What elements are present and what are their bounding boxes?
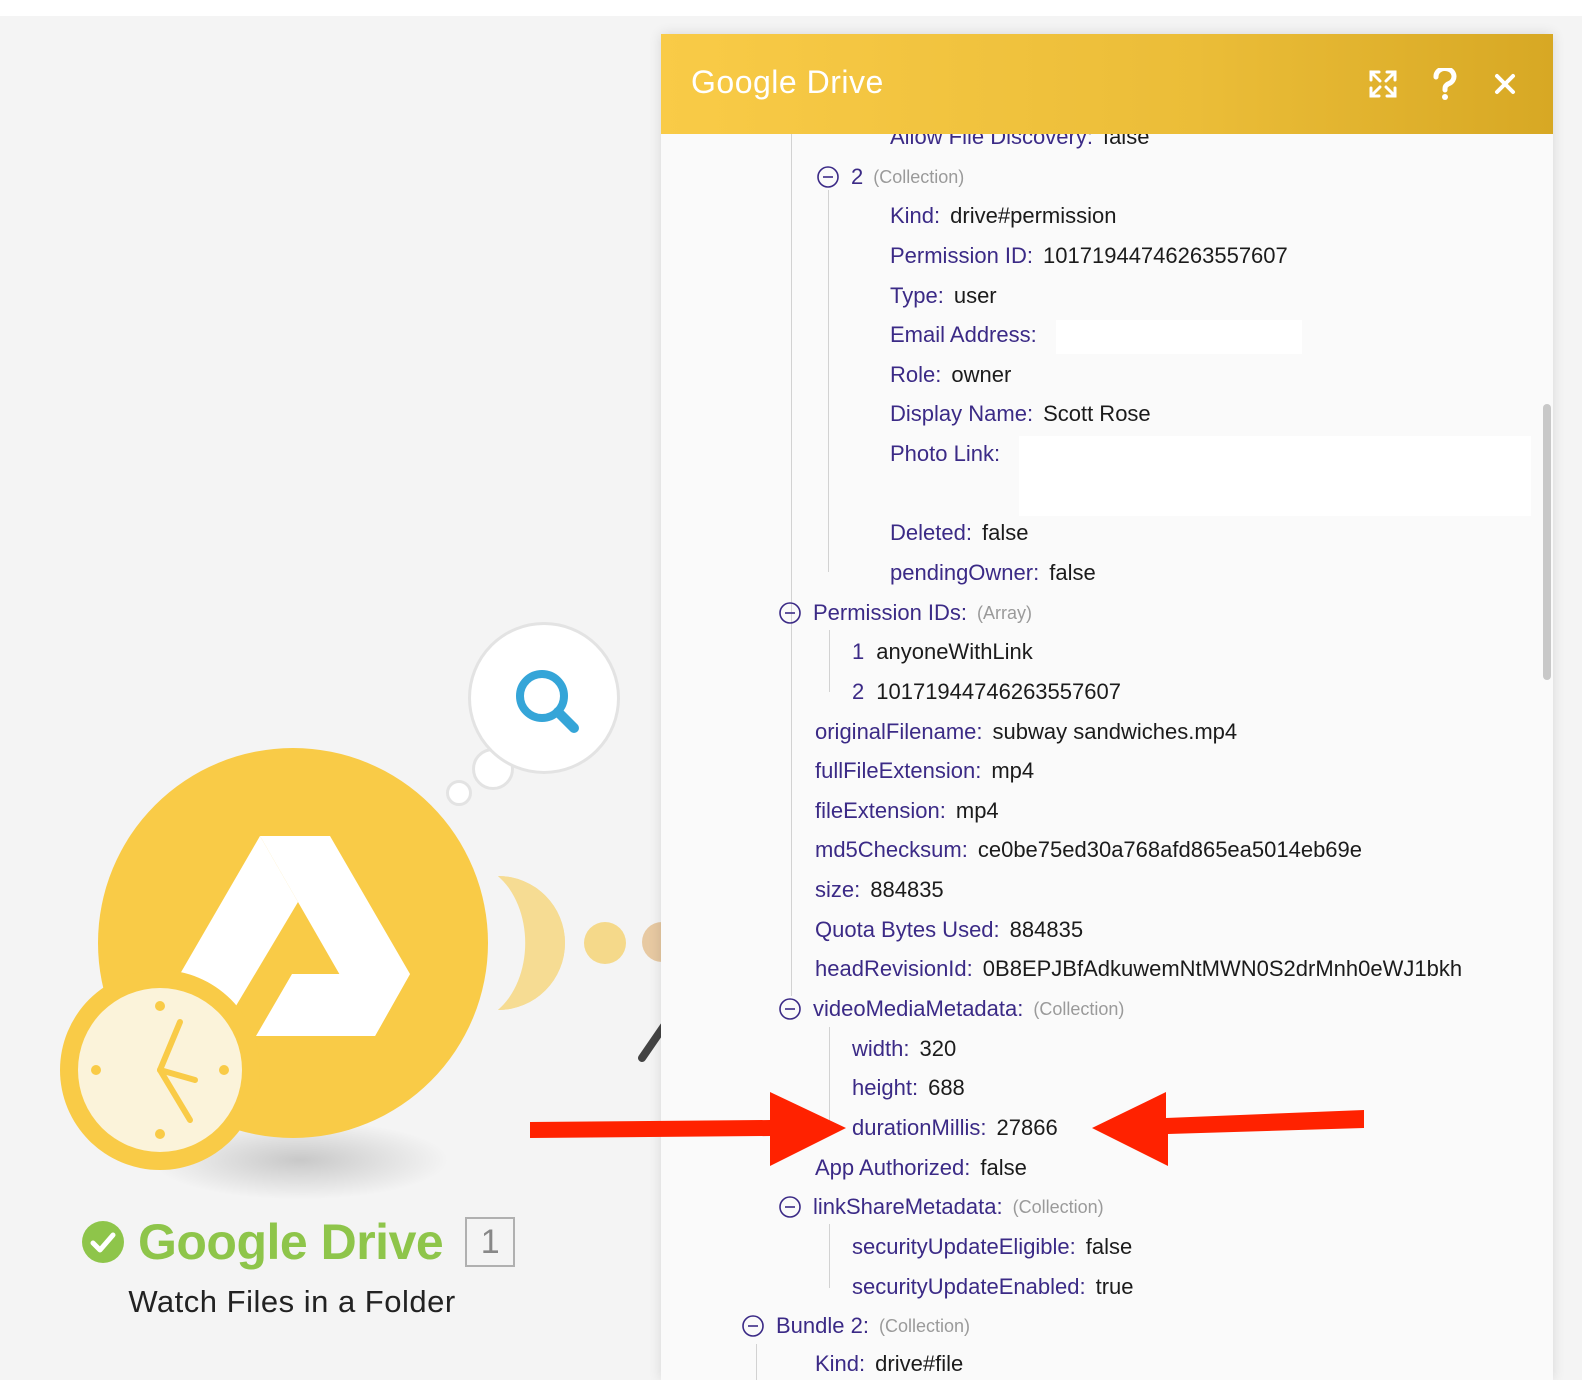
row-kind-2: Kind: drive#file	[815, 1351, 964, 1376]
row-security-update-enabled: securityUpdateEnabled: true	[852, 1274, 1134, 1299]
row-permission-2[interactable]: 2 (Collection)	[817, 162, 964, 192]
redacted-email	[1056, 320, 1302, 354]
panel-title: Google Drive	[691, 64, 884, 100]
connector-dot	[584, 922, 626, 964]
row-quota-bytes-used: Quota Bytes Used:884835	[815, 917, 1084, 942]
collapse-minus-icon[interactable]	[779, 998, 801, 1020]
output-tree: Allow File Discovery: false 2 (Collection)…	[661, 134, 1553, 1380]
row-role: Role: owner	[890, 362, 1012, 387]
expand-button[interactable]	[1365, 66, 1401, 102]
collapse-minus-icon[interactable]	[779, 1196, 801, 1218]
row-type: Type: user	[890, 283, 997, 308]
scrollbar-thumb[interactable]	[1543, 404, 1551, 680]
clock-icon	[60, 970, 260, 1170]
left-annotation-arrow	[530, 1092, 846, 1166]
output-panel: Google Drive Allow File Discovery: fals…	[661, 34, 1553, 1380]
top-strip	[0, 0, 1582, 16]
right-annotation-arrow	[1092, 1092, 1364, 1166]
redacted-photo-link	[1019, 436, 1531, 516]
operation-count-badge[interactable]: 1	[465, 1217, 516, 1267]
bubble-small	[446, 780, 472, 806]
row-width: width:320	[852, 1036, 957, 1061]
help-icon	[1433, 68, 1457, 100]
row-permission-ids-1: 1 anyoneWithLink	[852, 639, 1033, 664]
search-icon[interactable]	[512, 668, 582, 734]
row-pending-owner: pendingOwner: false	[890, 560, 1096, 585]
help-button[interactable]	[1427, 66, 1463, 102]
close-icon	[1495, 74, 1515, 94]
row-duration-millis: durationMillis:27866	[852, 1115, 1058, 1140]
row-full-file-extension: fullFileExtension: mp4	[815, 758, 1035, 783]
module-name[interactable]: Google Drive	[138, 1213, 444, 1271]
row-permission-ids[interactable]: Permission IDs: (Array)	[779, 598, 1032, 628]
collapse-minus-icon[interactable]	[779, 602, 801, 624]
row-height: height:688	[852, 1075, 965, 1100]
row-photo-link: Photo Link:	[890, 441, 1001, 466]
row-permission-id: Permission ID:10171944746263557607	[890, 243, 1288, 268]
row-head-revision-id: headRevisionId:0B8EPJBfAdkuwemNtMWN0S2dr…	[815, 956, 1463, 981]
row-bundle-2[interactable]: Bundle 2: (Collection)	[742, 1311, 970, 1341]
module-title: Google Drive 1	[82, 1212, 516, 1272]
panel-header: Google Drive	[661, 34, 1553, 134]
expand-icon	[1369, 70, 1397, 98]
row-email-address: Email Address:	[890, 322, 1037, 347]
row-allow-file-discovery: Allow File Discovery: false	[890, 134, 1150, 149]
row-original-filename: originalFilename: subway sandwiches.mp4	[815, 719, 1238, 744]
connector-half-circle[interactable]	[498, 876, 570, 1010]
row-display-name: Display Name: Scott Rose	[890, 401, 1151, 426]
row-video-media-metadata[interactable]: videoMediaMetadata: (Collection)	[779, 994, 1124, 1024]
check-circle-icon	[82, 1221, 124, 1263]
collapse-minus-icon[interactable]	[817, 166, 839, 188]
close-button[interactable]	[1487, 66, 1523, 102]
row-md5-checksum: md5Checksum: ce0be75ed30a768afd865ea5014e…	[815, 837, 1363, 862]
row-security-update-eligible: securityUpdateEligible: false	[852, 1234, 1133, 1259]
row-size: size:884835	[815, 877, 944, 902]
row-link-share-metadata[interactable]: linkShareMetadata: (Collection)	[779, 1192, 1104, 1222]
module-action: Watch Files in a Folder	[128, 1284, 456, 1319]
collapse-minus-icon[interactable]	[742, 1315, 764, 1337]
row-permission-ids-2: 2 10171944746263557607	[852, 679, 1121, 704]
row-kind: Kind: drive#permission	[890, 203, 1117, 228]
row-deleted: Deleted: false	[890, 520, 1029, 545]
row-file-extension: fileExtension: mp4	[815, 798, 999, 823]
